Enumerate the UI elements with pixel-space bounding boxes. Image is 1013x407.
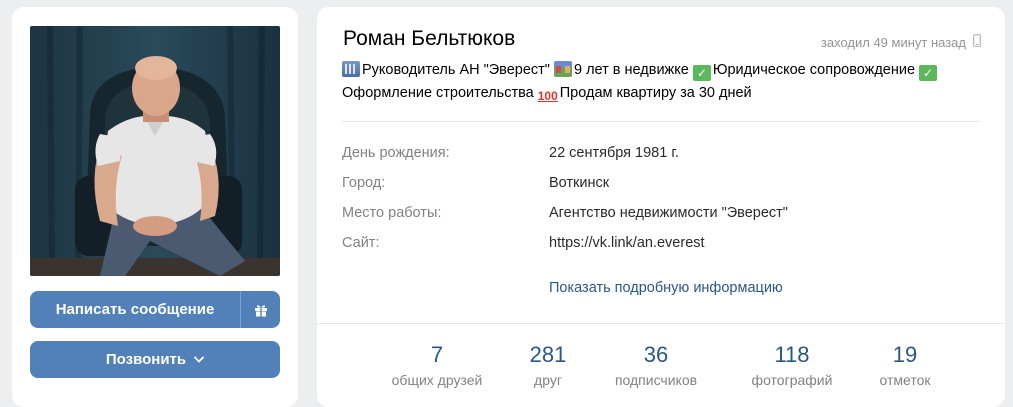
chevron-down-icon <box>194 356 205 363</box>
counter-label: подписчиков <box>614 372 698 388</box>
call-button-label: Позвонить <box>105 351 187 368</box>
status-text-5: Продам квартиру за 30 дней <box>559 85 752 101</box>
check-mark-icon: ✓ <box>919 65 938 81</box>
counter-label: отметок <box>879 372 931 388</box>
show-more-info-link[interactable]: Показать подробную информацию <box>549 280 783 296</box>
gift-icon[interactable] <box>241 303 280 317</box>
profile-left-card: Написать сообщение Позвонить <box>12 7 298 407</box>
profile-avatar[interactable] <box>30 26 280 276</box>
check-mark-icon: ✓ <box>692 65 711 81</box>
last-seen-text: заходил 49 минут назад <box>820 34 966 50</box>
counter-followers[interactable]: 36 подписчиков <box>603 342 709 390</box>
counter-label: друг <box>534 372 562 388</box>
counter-tags[interactable]: 19 отметок <box>867 342 943 390</box>
counter-value: 36 <box>643 342 669 367</box>
status-text-1: Руководитель АН "Эверест" <box>362 62 554 78</box>
houses-icon <box>553 61 572 77</box>
last-seen-status: заходил 49 минут назад <box>821 34 981 50</box>
avatar-photo <box>30 26 280 276</box>
counter-label: фотографий <box>751 372 833 388</box>
hundred-points-icon: 100 <box>537 89 558 103</box>
status-text-2: 9 лет в недвижке <box>573 62 693 78</box>
counter-value: 281 <box>529 342 567 367</box>
counter-friends[interactable]: 281 друг <box>513 342 583 390</box>
profile-info-card: Роман Бельтюков заходил 49 минут назад Р… <box>317 7 1005 407</box>
counter-mutual-friends[interactable]: 7 общих друзей <box>384 342 490 390</box>
counter-value: 7 <box>430 342 444 367</box>
counter-label: общих друзей <box>391 372 483 388</box>
page-title: Роман Бельтюков <box>343 27 516 50</box>
status-text-3: Юридическое сопровождение <box>712 62 920 78</box>
counter-value: 19 <box>892 342 918 367</box>
message-button-group: Написать сообщение <box>30 291 280 328</box>
write-message-button[interactable]: Написать сообщение <box>30 301 240 318</box>
divider <box>342 121 980 122</box>
status-text-4: Оформление строительства <box>342 85 538 101</box>
office-building-icon <box>342 61 360 77</box>
divider <box>317 323 1005 324</box>
counter-photos[interactable]: 118 фотографий <box>739 342 845 390</box>
info-label: Сайт: <box>342 235 380 251</box>
info-label: Город: <box>342 175 386 191</box>
profile-status: Руководитель АН "Эверест" 9 лет в недвиж… <box>342 59 982 105</box>
info-label: День рождения: <box>342 145 450 161</box>
mobile-phone-icon <box>973 34 981 50</box>
birthday-link[interactable]: 22 сентября 1981 г. <box>549 145 679 161</box>
call-button[interactable]: Позвонить <box>30 341 280 378</box>
site-link[interactable]: https://vk.link/an.everest <box>549 235 705 251</box>
counter-value: 118 <box>774 342 810 367</box>
info-label: Место работы: <box>342 205 442 221</box>
work-link[interactable]: Агентство недвижимости "Эверест" <box>549 205 788 221</box>
city-link[interactable]: Воткинск <box>549 175 609 191</box>
